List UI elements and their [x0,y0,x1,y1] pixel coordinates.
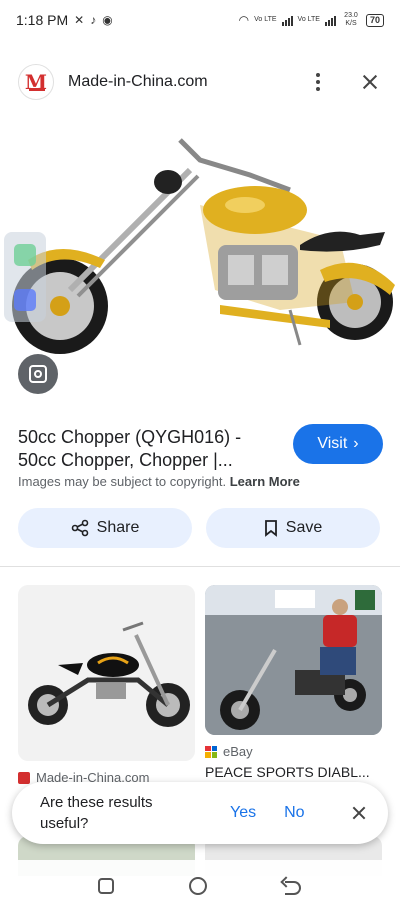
share-icon [71,519,88,537]
save-button[interactable]: Save [206,508,380,548]
back-icon[interactable] [282,877,302,895]
lens-search-button[interactable] [18,354,58,394]
related-image-1[interactable] [18,585,195,761]
feedback-no-button[interactable]: No [284,804,304,822]
translate-icon[interactable] [14,243,36,266]
close-icon[interactable] [358,70,382,94]
lens-icon [29,365,47,383]
share-button[interactable]: Share [18,508,192,548]
network-speed: 23.0 K/S [344,12,358,27]
made-in-china-logo [18,771,30,784]
tiktok-icon: ♪ [90,13,97,27]
recents-icon[interactable] [97,877,114,894]
feedback-yes-button[interactable]: Yes [230,804,256,822]
wifi-icon: ◠ [238,13,250,27]
main-image[interactable] [0,110,400,410]
motorcycle-image [28,621,190,727]
related-source-2: eBay [205,744,253,759]
result-title[interactable]: 50cc Chopper (QYGH016) - 50cc Chopper, C… [18,426,283,472]
status-bar: 1:18 PM ✕ ♪ ◉ ◠ Vo LTE Vo LTE 23.0 K/S 7… [0,0,400,40]
related-title-2[interactable]: PEACE SPORTS DIABL... [205,764,370,780]
chrome-icon: ◉ [102,13,113,27]
system-nav-bar [0,860,400,911]
divider [0,566,400,567]
ebay-logo [205,745,217,758]
network-label-2: Vo LTE [297,16,320,23]
signal-icon [281,15,293,26]
status-time: 1:18 PM [16,12,69,28]
audio-icon[interactable] [14,288,36,311]
chopper-motorcycle-image [12,138,395,354]
result-header: M Made-in-China.com [0,58,400,106]
visit-button[interactable]: Visit › [293,424,383,464]
chevron-right-icon: › [353,435,359,452]
related-image-2[interactable] [205,585,382,735]
more-options-icon[interactable] [306,70,330,94]
learn-more-link[interactable]: Learn More [230,474,300,489]
close-icon[interactable] [350,804,368,822]
signal-icon-2 [324,15,336,26]
battery-icon: 70 [365,13,384,27]
side-floating-widget[interactable] [4,232,46,322]
site-logo: M [18,64,54,100]
network-label-1: Vo LTE [254,16,277,23]
home-icon[interactable] [188,876,207,895]
feedback-toast: Are these results useful? Yes No [12,782,388,844]
copyright-notice: Images may be subject to copyright. Lear… [18,474,300,489]
rider-on-chopper-image [205,585,382,735]
bookmark-icon [264,520,277,537]
feedback-question: Are these results useful? [40,794,153,832]
notification-icon: ✕ [74,13,85,27]
site-name[interactable]: Made-in-China.com [68,73,208,91]
